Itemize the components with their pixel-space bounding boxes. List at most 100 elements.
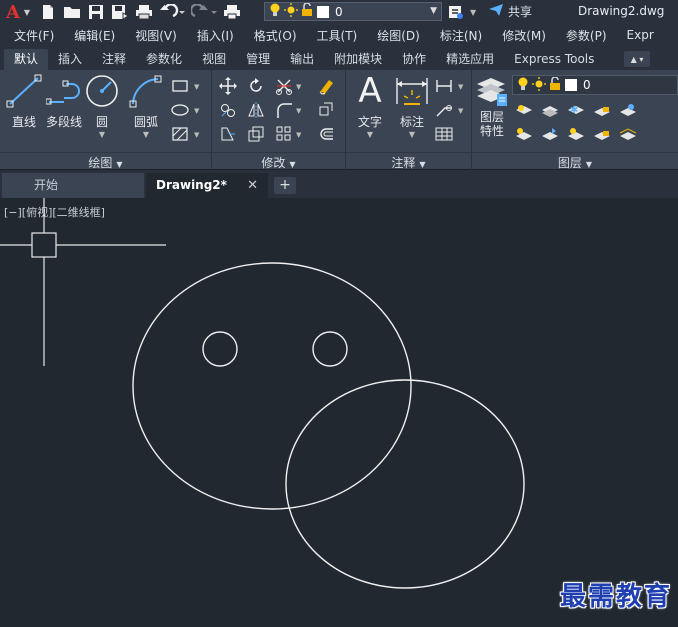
chevron-down-icon[interactable]: ▼ <box>194 107 199 115</box>
scale-icon[interactable] <box>246 124 266 144</box>
save-icon[interactable] <box>86 2 106 22</box>
layers-panel-title[interactable]: 图层 ▼ <box>472 152 678 170</box>
undo-icon[interactable] <box>158 2 186 22</box>
tab-drawing2[interactable]: Drawing2* ✕ <box>146 173 268 198</box>
annotation-panel-title[interactable]: 注释 ▼ <box>346 152 471 170</box>
modify-panel-title[interactable]: 修改 ▼ <box>212 152 345 170</box>
hatch-icon[interactable] <box>170 124 190 144</box>
menu-file[interactable]: 文件(F) <box>14 27 54 44</box>
rotate-icon[interactable] <box>246 76 266 96</box>
plot-icon[interactable] <box>222 2 242 22</box>
right-eye-circle[interactable] <box>312 331 348 367</box>
layer-freeze-icon[interactable]: ✱ <box>566 100 586 120</box>
tab-express-tools[interactable]: Express Tools <box>504 49 604 70</box>
tab-default[interactable]: 默认 <box>4 49 49 70</box>
tab-parametric[interactable]: 参数化 <box>136 49 192 70</box>
drawing-area[interactable] <box>0 198 678 627</box>
explode-icon[interactable] <box>316 100 336 120</box>
chevron-down-icon[interactable]: ▼ <box>348 130 392 139</box>
chevron-down-icon[interactable]: ▼ <box>124 130 168 139</box>
layer-properties-tool[interactable]: 图层 特性 <box>472 74 512 138</box>
tab-view[interactable]: 视图 <box>192 49 236 70</box>
tab-collaborate[interactable]: 协作 <box>392 49 436 70</box>
menu-insert[interactable]: 插入(I) <box>197 27 234 44</box>
move-icon[interactable] <box>218 76 238 96</box>
layer-match-icon[interactable] <box>618 100 638 120</box>
redo-icon[interactable] <box>190 2 218 22</box>
trim-icon[interactable] <box>274 76 294 96</box>
rectangle-icon[interactable] <box>170 76 190 96</box>
layer-walk-icon[interactable] <box>618 124 638 144</box>
line-tool[interactable]: 直线 <box>2 74 46 130</box>
text-tool[interactable]: A 文字 ▼ <box>348 74 392 139</box>
menu-view[interactable]: 视图(V) <box>135 27 177 44</box>
left-eye-circle[interactable] <box>202 331 238 367</box>
layer-dropdown-ribbon[interactable]: 0 <box>512 75 678 95</box>
menu-draw[interactable]: 绘图(D) <box>377 27 420 44</box>
offset-icon[interactable] <box>316 124 336 144</box>
layer-previous-icon[interactable] <box>540 124 560 144</box>
array-icon[interactable] <box>274 124 294 144</box>
tab-insert[interactable]: 插入 <box>48 49 92 70</box>
ribbon-minimize-button[interactable]: ▲ ▾ <box>624 51 650 67</box>
menu-edit[interactable]: 编辑(E) <box>74 27 115 44</box>
print-icon[interactable] <box>134 2 154 22</box>
menu-format[interactable]: 格式(O) <box>254 27 297 44</box>
chevron-down-icon[interactable]: ▼ <box>194 131 199 139</box>
chevron-down-icon[interactable]: ▼ <box>296 131 301 139</box>
drawing-canvas[interactable]: [−][俯视][二维线框] 最需教育 <box>0 198 678 627</box>
layer-lock-icon[interactable] <box>592 100 612 120</box>
tab-manage[interactable]: 管理 <box>236 49 280 70</box>
menu-express[interactable]: Expr <box>627 28 654 42</box>
open-folder-icon[interactable] <box>62 2 82 22</box>
new-file-icon[interactable] <box>38 2 58 22</box>
chevron-down-icon[interactable]: ▼ <box>470 8 476 17</box>
menu-modify[interactable]: 修改(M) <box>502 27 546 44</box>
document-tab-bar: 开始 Drawing2* ✕ + <box>0 170 678 198</box>
draw-panel-title[interactable]: 绘图 ▼ <box>0 152 211 170</box>
mirror-icon[interactable] <box>246 100 266 120</box>
tab-output[interactable]: 输出 <box>280 49 324 70</box>
tab-annotate[interactable]: 注释 <box>92 49 136 70</box>
face-ellipse[interactable] <box>132 262 412 510</box>
chevron-down-icon[interactable]: ▼ <box>296 83 301 91</box>
layer-dropdown[interactable]: 0 ▼ <box>264 2 442 21</box>
table-icon[interactable] <box>434 124 454 144</box>
stretch-icon[interactable] <box>218 124 238 144</box>
ellipse-icon[interactable] <box>170 100 190 120</box>
overlap-ellipse[interactable] <box>285 379 525 589</box>
chevron-down-icon[interactable]: ▼ <box>458 107 463 115</box>
tab-start[interactable]: 开始 <box>2 173 144 198</box>
tab-featured-apps[interactable]: 精选应用 <box>436 49 504 70</box>
copy-icon[interactable] <box>218 100 238 120</box>
dimension-tool[interactable]: 标注 ▼ <box>390 74 434 139</box>
chevron-down-icon: ▼ <box>430 6 437 16</box>
menu-dimension[interactable]: 标注(N) <box>440 27 482 44</box>
tab-addins[interactable]: 附加模块 <box>324 49 392 70</box>
arc-tool[interactable]: 圆弧 ▼ <box>124 74 168 139</box>
application-menu-button[interactable]: A ▼ <box>0 0 36 24</box>
layer-off-icon[interactable] <box>514 100 534 120</box>
erase-icon[interactable] <box>316 76 336 96</box>
leader-icon[interactable] <box>434 100 454 120</box>
layer-isolate-icon[interactable] <box>540 100 560 120</box>
close-icon[interactable]: ✕ <box>247 173 258 198</box>
save-as-icon[interactable] <box>110 2 130 22</box>
layer-make-current-icon[interactable] <box>514 124 534 144</box>
chevron-down-icon[interactable]: ▼ <box>458 83 463 91</box>
new-tab-button[interactable]: + <box>274 177 296 194</box>
circle-tool[interactable]: 圆 ▼ <box>80 74 124 139</box>
linear-dimension-icon[interactable] <box>434 76 454 96</box>
chevron-down-icon[interactable]: ▼ <box>296 107 301 115</box>
menu-tools[interactable]: 工具(T) <box>317 27 358 44</box>
layer-thaw-icon[interactable] <box>566 124 586 144</box>
fillet-icon[interactable] <box>274 100 294 120</box>
layer-state-icon[interactable] <box>446 2 466 22</box>
chevron-down-icon[interactable]: ▼ <box>80 130 124 139</box>
layer-unlock-icon[interactable] <box>592 124 612 144</box>
sun-icon <box>284 3 298 20</box>
menu-parametric[interactable]: 参数(P) <box>566 27 607 44</box>
chevron-down-icon[interactable]: ▼ <box>390 130 434 139</box>
chevron-down-icon[interactable]: ▼ <box>194 83 199 91</box>
share-button[interactable]: 共享 <box>488 3 532 20</box>
